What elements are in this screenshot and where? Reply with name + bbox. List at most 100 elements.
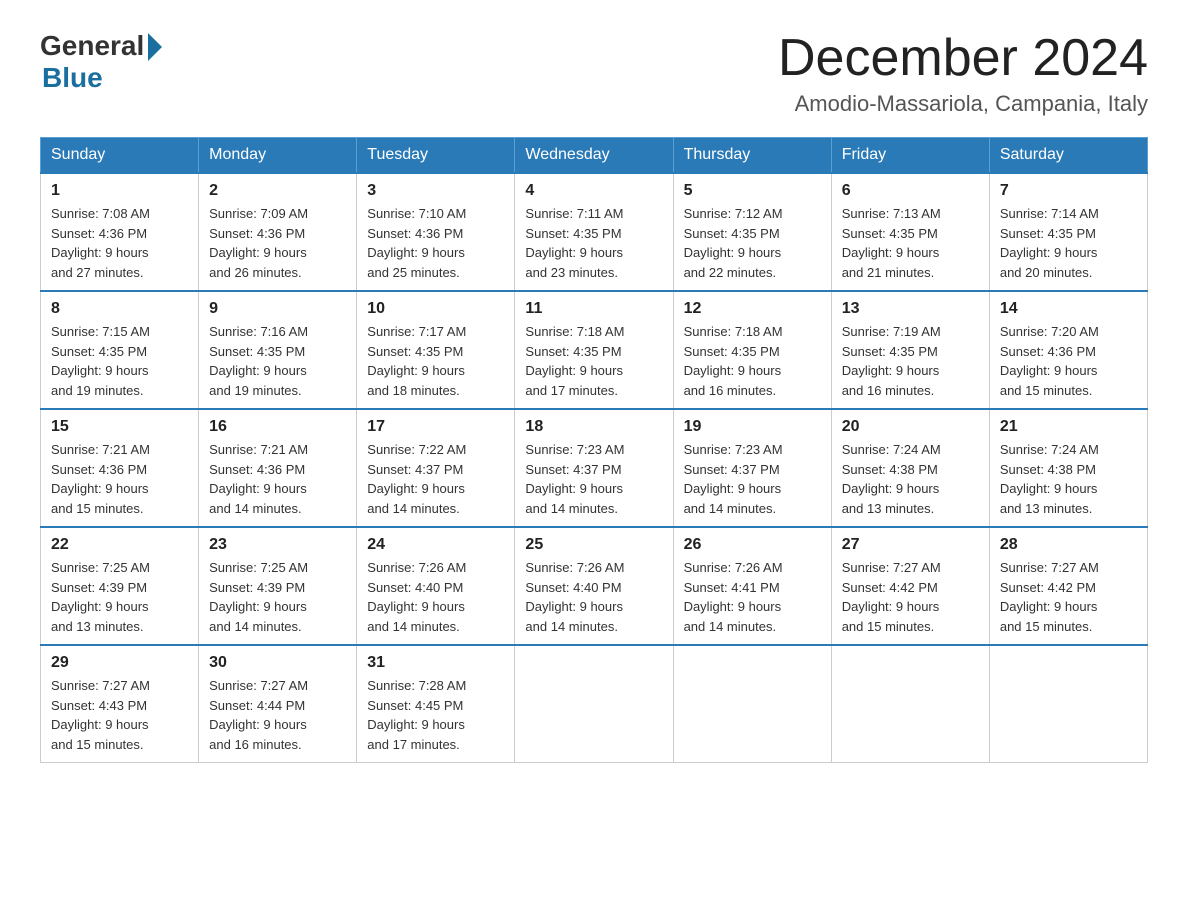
day-number: 12 bbox=[684, 300, 821, 318]
day-info: Sunrise: 7:24 AMSunset: 4:38 PMDaylight:… bbox=[842, 440, 979, 518]
day-info: Sunrise: 7:12 AMSunset: 4:35 PMDaylight:… bbox=[684, 204, 821, 282]
day-info: Sunrise: 7:28 AMSunset: 4:45 PMDaylight:… bbox=[367, 676, 504, 754]
calendar-day-cell: 30 Sunrise: 7:27 AMSunset: 4:44 PMDayligh… bbox=[199, 645, 357, 763]
calendar-week-row: 22 Sunrise: 7:25 AMSunset: 4:39 PMDayligh… bbox=[41, 527, 1148, 645]
day-info: Sunrise: 7:24 AMSunset: 4:38 PMDaylight:… bbox=[1000, 440, 1137, 518]
day-number: 17 bbox=[367, 418, 504, 436]
calendar-day-cell bbox=[989, 645, 1147, 763]
calendar-header-row: SundayMondayTuesdayWednesdayThursdayFrid… bbox=[41, 138, 1148, 174]
calendar-day-cell: 23Sunrise: 7:25 AMSunset: 4:39 PMDayligh… bbox=[199, 527, 357, 645]
day-of-week-header: Tuesday bbox=[357, 138, 515, 174]
day-info: Sunrise: 7:25 AMSunset: 4:39 PMDaylight:… bbox=[209, 558, 346, 636]
day-number: 24 bbox=[367, 536, 504, 554]
day-number: 18 bbox=[525, 418, 662, 436]
day-number: 27 bbox=[842, 536, 979, 554]
day-info: Sunrise: 7:26 AMSunset: 4:41 PMDaylight:… bbox=[684, 558, 821, 636]
calendar-day-cell: 8 Sunrise: 7:15 AMSunset: 4:35 PMDaylight… bbox=[41, 291, 199, 409]
day-info: Sunrise: 7:22 AMSunset: 4:37 PMDaylight:… bbox=[367, 440, 504, 518]
day-number: 8 bbox=[51, 300, 188, 318]
day-of-week-header: Saturday bbox=[989, 138, 1147, 174]
day-of-week-header: Friday bbox=[831, 138, 989, 174]
calendar-day-cell: 26 Sunrise: 7:26 AMSunset: 4:41 PMDayligh… bbox=[673, 527, 831, 645]
day-of-week-header: Monday bbox=[199, 138, 357, 174]
calendar-day-cell bbox=[831, 645, 989, 763]
day-number: 19 bbox=[684, 418, 821, 436]
day-number: 11 bbox=[525, 300, 662, 318]
calendar-day-cell: 14 Sunrise: 7:20 AMSunset: 4:36 PMDayligh… bbox=[989, 291, 1147, 409]
logo-general-text: General bbox=[40, 30, 144, 62]
day-number: 4 bbox=[525, 182, 662, 200]
calendar-day-cell: 6Sunrise: 7:13 AMSunset: 4:35 PMDaylight… bbox=[831, 173, 989, 291]
day-info: Sunrise: 7:10 AMSunset: 4:36 PMDaylight:… bbox=[367, 204, 504, 282]
day-number: 22 bbox=[51, 536, 188, 554]
location-subtitle: Amodio-Massariola, Campania, Italy bbox=[778, 91, 1148, 117]
day-info: Sunrise: 7:09 AMSunset: 4:36 PMDaylight:… bbox=[209, 204, 346, 282]
logo-blue-text: Blue bbox=[42, 62, 103, 94]
day-info: Sunrise: 7:14 AMSunset: 4:35 PMDaylight:… bbox=[1000, 204, 1137, 282]
day-info: Sunrise: 7:11 AMSunset: 4:35 PMDaylight:… bbox=[525, 204, 662, 282]
calendar-day-cell: 7Sunrise: 7:14 AMSunset: 4:35 PMDaylight… bbox=[989, 173, 1147, 291]
day-number: 5 bbox=[684, 182, 821, 200]
day-info: Sunrise: 7:19 AMSunset: 4:35 PMDaylight:… bbox=[842, 322, 979, 400]
day-of-week-header: Thursday bbox=[673, 138, 831, 174]
calendar-day-cell: 10 Sunrise: 7:17 AMSunset: 4:35 PMDayligh… bbox=[357, 291, 515, 409]
day-number: 14 bbox=[1000, 300, 1137, 318]
day-info: Sunrise: 7:16 AMSunset: 4:35 PMDaylight:… bbox=[209, 322, 346, 400]
calendar-day-cell: 11 Sunrise: 7:18 AMSunset: 4:35 PMDayligh… bbox=[515, 291, 673, 409]
logo-arrow-icon bbox=[148, 33, 162, 61]
day-number: 31 bbox=[367, 654, 504, 672]
day-number: 30 bbox=[209, 654, 346, 672]
calendar-day-cell: 19Sunrise: 7:23 AMSunset: 4:37 PMDayligh… bbox=[673, 409, 831, 527]
calendar-day-cell: 9 Sunrise: 7:16 AMSunset: 4:35 PMDaylight… bbox=[199, 291, 357, 409]
day-number: 20 bbox=[842, 418, 979, 436]
day-info: Sunrise: 7:25 AMSunset: 4:39 PMDaylight:… bbox=[51, 558, 188, 636]
calendar-day-cell: 27 Sunrise: 7:27 AMSunset: 4:42 PMDayligh… bbox=[831, 527, 989, 645]
day-number: 3 bbox=[367, 182, 504, 200]
calendar-day-cell: 18 Sunrise: 7:23 AMSunset: 4:37 PMDayligh… bbox=[515, 409, 673, 527]
calendar-week-row: 1Sunrise: 7:08 AMSunset: 4:36 PMDaylight… bbox=[41, 173, 1148, 291]
day-info: Sunrise: 7:21 AMSunset: 4:36 PMDaylight:… bbox=[209, 440, 346, 518]
day-number: 9 bbox=[209, 300, 346, 318]
day-info: Sunrise: 7:27 AMSunset: 4:44 PMDaylight:… bbox=[209, 676, 346, 754]
day-info: Sunrise: 7:08 AMSunset: 4:36 PMDaylight:… bbox=[51, 204, 188, 282]
calendar-day-cell: 24 Sunrise: 7:26 AMSunset: 4:40 PMDayligh… bbox=[357, 527, 515, 645]
calendar-day-cell: 29Sunrise: 7:27 AMSunset: 4:43 PMDayligh… bbox=[41, 645, 199, 763]
day-info: Sunrise: 7:26 AMSunset: 4:40 PMDaylight:… bbox=[367, 558, 504, 636]
day-info: Sunrise: 7:20 AMSunset: 4:36 PMDaylight:… bbox=[1000, 322, 1137, 400]
day-info: Sunrise: 7:15 AMSunset: 4:35 PMDaylight:… bbox=[51, 322, 188, 400]
day-info: Sunrise: 7:26 AMSunset: 4:40 PMDaylight:… bbox=[525, 558, 662, 636]
day-info: Sunrise: 7:27 AMSunset: 4:42 PMDaylight:… bbox=[842, 558, 979, 636]
day-of-week-header: Sunday bbox=[41, 138, 199, 174]
day-number: 10 bbox=[367, 300, 504, 318]
day-info: Sunrise: 7:27 AMSunset: 4:42 PMDaylight:… bbox=[1000, 558, 1137, 636]
calendar-day-cell: 5 Sunrise: 7:12 AMSunset: 4:35 PMDaylight… bbox=[673, 173, 831, 291]
day-number: 21 bbox=[1000, 418, 1137, 436]
day-number: 16 bbox=[209, 418, 346, 436]
calendar-day-cell: 3 Sunrise: 7:10 AMSunset: 4:36 PMDaylight… bbox=[357, 173, 515, 291]
calendar-day-cell: 31 Sunrise: 7:28 AMSunset: 4:45 PMDayligh… bbox=[357, 645, 515, 763]
calendar-day-cell: 20 Sunrise: 7:24 AMSunset: 4:38 PMDayligh… bbox=[831, 409, 989, 527]
day-info: Sunrise: 7:13 AMSunset: 4:35 PMDaylight:… bbox=[842, 204, 979, 282]
page-header: General Blue December 2024 Amodio-Massar… bbox=[40, 30, 1148, 117]
calendar-day-cell: 15Sunrise: 7:21 AMSunset: 4:36 PMDayligh… bbox=[41, 409, 199, 527]
calendar-day-cell: 13 Sunrise: 7:19 AMSunset: 4:35 PMDayligh… bbox=[831, 291, 989, 409]
day-of-week-header: Wednesday bbox=[515, 138, 673, 174]
day-info: Sunrise: 7:18 AMSunset: 4:35 PMDaylight:… bbox=[525, 322, 662, 400]
calendar-day-cell: 1Sunrise: 7:08 AMSunset: 4:36 PMDaylight… bbox=[41, 173, 199, 291]
day-number: 25 bbox=[525, 536, 662, 554]
logo: General Blue bbox=[40, 30, 162, 94]
calendar-day-cell bbox=[515, 645, 673, 763]
day-info: Sunrise: 7:17 AMSunset: 4:35 PMDaylight:… bbox=[367, 322, 504, 400]
day-number: 26 bbox=[684, 536, 821, 554]
calendar-week-row: 8 Sunrise: 7:15 AMSunset: 4:35 PMDaylight… bbox=[41, 291, 1148, 409]
calendar-week-row: 15 Sunrise: 7:21 AMSunset: 4:36 PMDayligh… bbox=[41, 409, 1148, 527]
calendar-day-cell: 12Sunrise: 7:18 AMSunset: 4:35 PMDayligh… bbox=[673, 291, 831, 409]
day-number: 13 bbox=[842, 300, 979, 318]
day-info: Sunrise: 7:23 AMSunset: 4:37 PMDaylight:… bbox=[525, 440, 662, 518]
day-number: 15 bbox=[51, 418, 188, 436]
calendar-day-cell: 22 Sunrise: 7:25 AMSunset: 4:39 PMDayligh… bbox=[41, 527, 199, 645]
day-info: Sunrise: 7:27 AMSunset: 4:43 PMDaylight:… bbox=[51, 676, 188, 754]
main-title: December 2024 bbox=[778, 30, 1148, 87]
title-block: December 2024 Amodio-Massariola, Campani… bbox=[778, 30, 1148, 117]
day-number: 2 bbox=[209, 182, 346, 200]
